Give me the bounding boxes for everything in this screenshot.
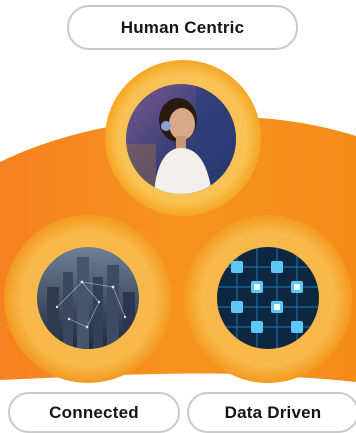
woman-portrait-image [126,84,236,194]
data-driven-label: Data Driven [187,392,356,433]
circuit-board-image [217,247,319,349]
human-centric-label: Human Centric [67,5,298,50]
connected-label: Connected [8,392,180,433]
value-diagram: Human Centric Connected Data Driven [0,0,356,433]
city-skyline-image [37,247,139,349]
orange-swoosh-graphic [0,60,356,383]
